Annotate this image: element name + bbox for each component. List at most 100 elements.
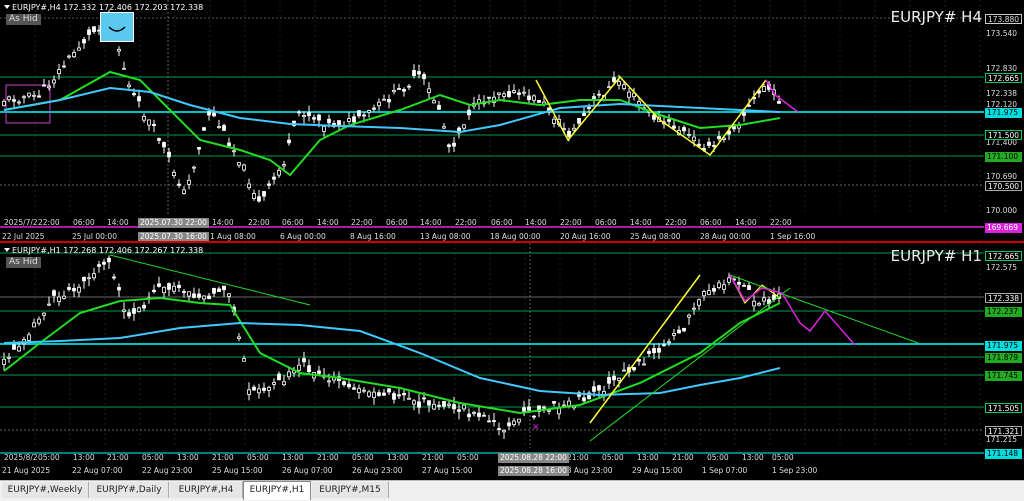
candle-body (92, 26, 96, 33)
time-label: 21:00 (107, 453, 129, 462)
candle-body (522, 91, 526, 94)
date-label: 1 Aug 08:00 (210, 232, 256, 241)
time-label: 05:00 (772, 453, 794, 462)
h4-chart-pane[interactable]: EURJPY#,H4 172.332 172.406 172.203 172.3… (0, 0, 1024, 242)
date-label: 18 Aug 00:00 (490, 232, 541, 241)
candle-body (762, 297, 766, 302)
time-label: 13:00 (177, 453, 199, 462)
candle-body (132, 308, 136, 314)
h1-chart-header: EURJPY#,H1 172.268 172.406 172.267 172.3… (4, 246, 203, 255)
candle-body (82, 39, 86, 44)
time-label: 06:00 (595, 218, 617, 227)
h4-hide-button[interactable]: As Hid (6, 14, 41, 25)
candle-body (392, 393, 396, 400)
candle-body (707, 290, 711, 295)
candle-body (237, 336, 241, 339)
candle-body (57, 69, 61, 75)
candle-body (417, 71, 421, 75)
tab-m15[interactable]: EURJPY#,M15 (312, 482, 389, 498)
candle-body (632, 367, 636, 371)
dropdown-icon[interactable] (4, 5, 10, 9)
candle-body (722, 284, 726, 290)
candle-body (662, 344, 666, 347)
time-label: 21:00 (317, 453, 339, 462)
h4-chart-canvas[interactable] (0, 0, 984, 242)
candle-body (527, 95, 531, 101)
candle-body (2, 358, 6, 365)
time-label: 05:00 (352, 453, 374, 462)
candle-body (312, 117, 316, 120)
ma-fast-line (3, 296, 781, 415)
candle-body (467, 109, 471, 116)
time-label: 05:00 (38, 453, 60, 462)
candle-body (52, 290, 56, 296)
candle-body (382, 98, 386, 101)
candle-body (402, 89, 406, 92)
candle-body (677, 329, 681, 334)
price-tag: 171.100 (985, 152, 1022, 162)
date-label: 22 Jul 2025 (2, 232, 45, 241)
candle-body (27, 92, 31, 97)
time-label: 06:00 (282, 218, 304, 227)
h4-price-scale[interactable]: 173.880 173.540 172.830 172.338 172.120 … (984, 0, 1024, 242)
candle-body (422, 397, 426, 400)
h1-chart-canvas[interactable]: ✕ (0, 243, 984, 480)
candle-body (512, 420, 516, 425)
h1-hide-button[interactable]: As Hid (6, 257, 41, 268)
candle-body (122, 67, 126, 70)
candle-body (157, 138, 161, 141)
candle-body (127, 312, 131, 317)
candle-body (307, 112, 311, 117)
candle-body (517, 418, 521, 423)
time-label: 14:00 (212, 218, 234, 227)
candle-body (427, 88, 431, 93)
h1-chart-pane[interactable]: ✕ EURJPY#,H1 172.268 172.406 172.267 172… (0, 243, 1024, 480)
candle-body (502, 93, 506, 97)
rectangle-object (5, 84, 51, 124)
candle-body (227, 293, 231, 297)
candle-body (697, 143, 701, 147)
candle-body (692, 136, 696, 142)
candle-body (392, 89, 396, 93)
candle-body (27, 334, 31, 341)
candle-body (67, 287, 71, 290)
time-label: 21:00 (212, 453, 234, 462)
time-label: 22:00 (351, 218, 373, 227)
tab-h4[interactable]: EURJPY#,H4 (170, 482, 243, 498)
candle-body (372, 391, 376, 398)
candle-body (617, 377, 621, 381)
candle-body (532, 95, 536, 101)
tab-h1[interactable]: EURJPY#,H1 (243, 481, 311, 500)
date-label: 1 Sep 23:00 (772, 466, 818, 475)
candle-body (62, 65, 66, 68)
candle-body (622, 369, 626, 372)
time-label: 22:00 (248, 218, 270, 227)
candle-body (357, 388, 361, 393)
candle-body (372, 107, 376, 110)
time-label: 22:00 (455, 218, 477, 227)
time-label: 13:00 (73, 453, 95, 462)
candle-body (287, 371, 291, 378)
tab-daily[interactable]: EURJPY#,Daily (90, 482, 169, 498)
candle-body (607, 377, 611, 384)
candle-body (597, 93, 601, 96)
time-label: 22:00 (560, 218, 582, 227)
candle-body (152, 289, 156, 293)
candle-body (397, 394, 401, 397)
candle-body (42, 312, 46, 316)
candle-body (412, 70, 416, 77)
candle-body (252, 193, 256, 199)
tab-weekly[interactable]: EURJPY#,Weekly (2, 482, 89, 498)
candle-body (202, 127, 206, 131)
candle-body (412, 400, 416, 405)
time-label: 05:00 (707, 453, 729, 462)
dropdown-icon[interactable] (4, 248, 10, 252)
candle-body (57, 296, 61, 303)
time-label: 22:00 (665, 218, 687, 227)
candle-body (202, 295, 206, 300)
candle-body (497, 92, 501, 95)
candle-body (647, 350, 651, 354)
candle-body (757, 303, 761, 306)
candle-body (452, 142, 456, 147)
candle-body (407, 397, 411, 400)
